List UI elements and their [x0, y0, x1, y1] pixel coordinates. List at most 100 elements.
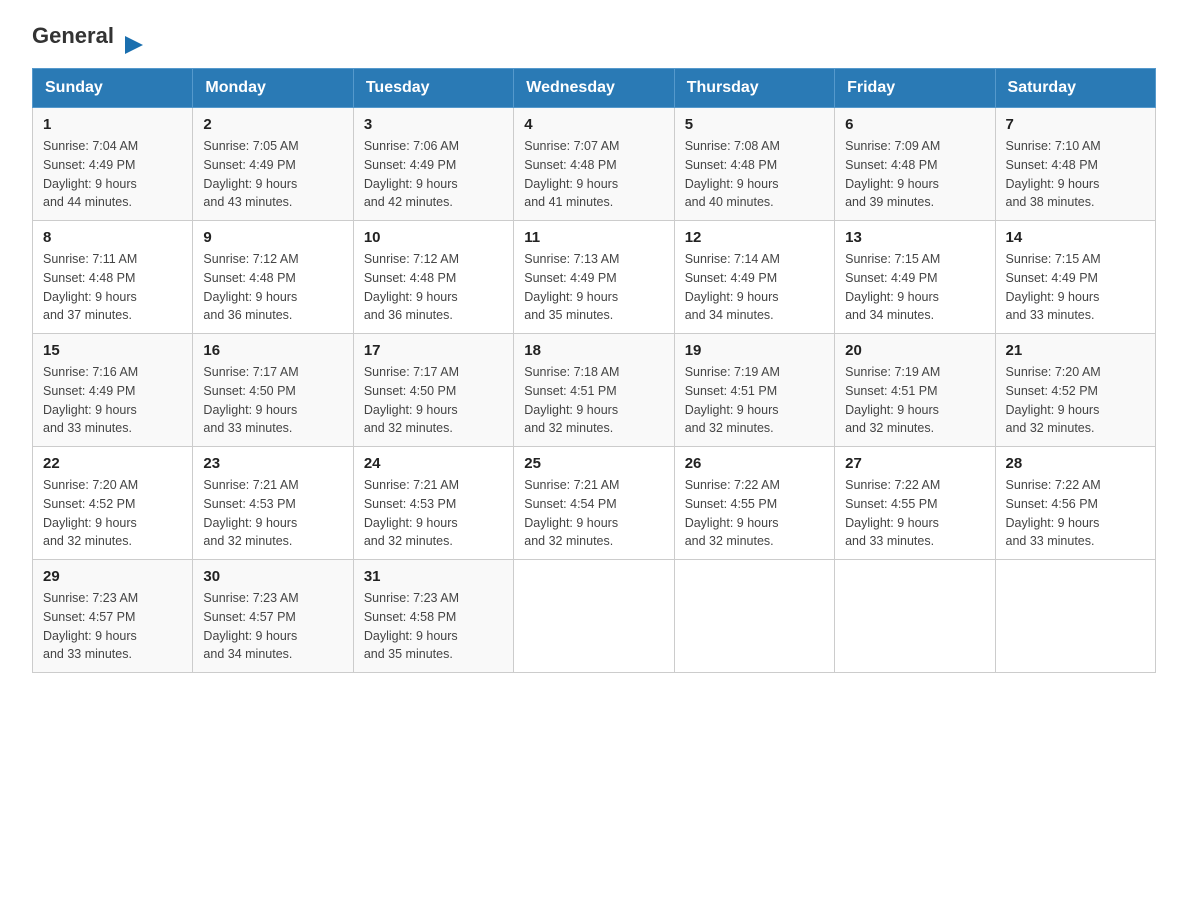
calendar-cell: 31 Sunrise: 7:23 AM Sunset: 4:58 PM Dayl… — [353, 560, 513, 673]
calendar-week-row: 8 Sunrise: 7:11 AM Sunset: 4:48 PM Dayli… — [33, 221, 1156, 334]
day-number: 16 — [203, 342, 342, 359]
day-info: Sunrise: 7:15 AM Sunset: 4:49 PM Dayligh… — [845, 250, 984, 325]
day-info: Sunrise: 7:09 AM Sunset: 4:48 PM Dayligh… — [845, 137, 984, 212]
logo-arrow-icon — [125, 36, 143, 54]
calendar-cell: 28 Sunrise: 7:22 AM Sunset: 4:56 PM Dayl… — [995, 447, 1155, 560]
day-number: 20 — [845, 342, 984, 359]
calendar-header-row: SundayMondayTuesdayWednesdayThursdayFrid… — [33, 69, 1156, 108]
day-info: Sunrise: 7:13 AM Sunset: 4:49 PM Dayligh… — [524, 250, 663, 325]
calendar-cell — [674, 560, 834, 673]
calendar-cell: 11 Sunrise: 7:13 AM Sunset: 4:49 PM Dayl… — [514, 221, 674, 334]
day-number: 5 — [685, 116, 824, 133]
calendar-week-row: 15 Sunrise: 7:16 AM Sunset: 4:49 PM Dayl… — [33, 334, 1156, 447]
day-info: Sunrise: 7:12 AM Sunset: 4:48 PM Dayligh… — [203, 250, 342, 325]
calendar-cell: 4 Sunrise: 7:07 AM Sunset: 4:48 PM Dayli… — [514, 108, 674, 221]
day-info: Sunrise: 7:22 AM Sunset: 4:55 PM Dayligh… — [845, 476, 984, 551]
day-number: 10 — [364, 229, 503, 246]
day-info: Sunrise: 7:08 AM Sunset: 4:48 PM Dayligh… — [685, 137, 824, 212]
day-info: Sunrise: 7:17 AM Sunset: 4:50 PM Dayligh… — [364, 363, 503, 438]
calendar-header-sunday: Sunday — [33, 69, 193, 108]
calendar-cell: 3 Sunrise: 7:06 AM Sunset: 4:49 PM Dayli… — [353, 108, 513, 221]
day-number: 18 — [524, 342, 663, 359]
calendar-cell: 20 Sunrise: 7:19 AM Sunset: 4:51 PM Dayl… — [835, 334, 995, 447]
day-number: 14 — [1006, 229, 1145, 246]
calendar-cell: 13 Sunrise: 7:15 AM Sunset: 4:49 PM Dayl… — [835, 221, 995, 334]
calendar-cell: 17 Sunrise: 7:17 AM Sunset: 4:50 PM Dayl… — [353, 334, 513, 447]
calendar-cell: 14 Sunrise: 7:15 AM Sunset: 4:49 PM Dayl… — [995, 221, 1155, 334]
day-info: Sunrise: 7:23 AM Sunset: 4:57 PM Dayligh… — [43, 589, 182, 664]
day-info: Sunrise: 7:22 AM Sunset: 4:56 PM Dayligh… — [1006, 476, 1145, 551]
calendar-cell: 16 Sunrise: 7:17 AM Sunset: 4:50 PM Dayl… — [193, 334, 353, 447]
day-info: Sunrise: 7:21 AM Sunset: 4:53 PM Dayligh… — [203, 476, 342, 551]
day-info: Sunrise: 7:07 AM Sunset: 4:48 PM Dayligh… — [524, 137, 663, 212]
calendar-cell: 1 Sunrise: 7:04 AM Sunset: 4:49 PM Dayli… — [33, 108, 193, 221]
day-number: 22 — [43, 455, 182, 472]
calendar-cell: 8 Sunrise: 7:11 AM Sunset: 4:48 PM Dayli… — [33, 221, 193, 334]
calendar-cell: 18 Sunrise: 7:18 AM Sunset: 4:51 PM Dayl… — [514, 334, 674, 447]
day-info: Sunrise: 7:04 AM Sunset: 4:49 PM Dayligh… — [43, 137, 182, 212]
calendar-cell: 10 Sunrise: 7:12 AM Sunset: 4:48 PM Dayl… — [353, 221, 513, 334]
day-info: Sunrise: 7:11 AM Sunset: 4:48 PM Dayligh… — [43, 250, 182, 325]
day-info: Sunrise: 7:20 AM Sunset: 4:52 PM Dayligh… — [1006, 363, 1145, 438]
day-number: 27 — [845, 455, 984, 472]
calendar-cell: 19 Sunrise: 7:19 AM Sunset: 4:51 PM Dayl… — [674, 334, 834, 447]
day-number: 17 — [364, 342, 503, 359]
day-info: Sunrise: 7:21 AM Sunset: 4:53 PM Dayligh… — [364, 476, 503, 551]
day-number: 15 — [43, 342, 182, 359]
day-info: Sunrise: 7:16 AM Sunset: 4:49 PM Dayligh… — [43, 363, 182, 438]
calendar-cell: 2 Sunrise: 7:05 AM Sunset: 4:49 PM Dayli… — [193, 108, 353, 221]
calendar-header-monday: Monday — [193, 69, 353, 108]
day-number: 29 — [43, 568, 182, 585]
calendar-week-row: 29 Sunrise: 7:23 AM Sunset: 4:57 PM Dayl… — [33, 560, 1156, 673]
calendar-table: SundayMondayTuesdayWednesdayThursdayFrid… — [32, 68, 1156, 673]
day-number: 13 — [845, 229, 984, 246]
day-number: 30 — [203, 568, 342, 585]
day-number: 26 — [685, 455, 824, 472]
day-number: 1 — [43, 116, 182, 133]
day-info: Sunrise: 7:15 AM Sunset: 4:49 PM Dayligh… — [1006, 250, 1145, 325]
calendar-cell: 9 Sunrise: 7:12 AM Sunset: 4:48 PM Dayli… — [193, 221, 353, 334]
day-info: Sunrise: 7:21 AM Sunset: 4:54 PM Dayligh… — [524, 476, 663, 551]
day-number: 12 — [685, 229, 824, 246]
day-info: Sunrise: 7:23 AM Sunset: 4:57 PM Dayligh… — [203, 589, 342, 664]
day-number: 2 — [203, 116, 342, 133]
day-info: Sunrise: 7:19 AM Sunset: 4:51 PM Dayligh… — [845, 363, 984, 438]
calendar-cell — [514, 560, 674, 673]
day-number: 31 — [364, 568, 503, 585]
day-number: 4 — [524, 116, 663, 133]
day-number: 25 — [524, 455, 663, 472]
calendar-header-thursday: Thursday — [674, 69, 834, 108]
day-number: 21 — [1006, 342, 1145, 359]
day-number: 8 — [43, 229, 182, 246]
calendar-cell: 12 Sunrise: 7:14 AM Sunset: 4:49 PM Dayl… — [674, 221, 834, 334]
day-info: Sunrise: 7:20 AM Sunset: 4:52 PM Dayligh… — [43, 476, 182, 551]
day-number: 7 — [1006, 116, 1145, 133]
calendar-cell — [995, 560, 1155, 673]
day-info: Sunrise: 7:05 AM Sunset: 4:49 PM Dayligh… — [203, 137, 342, 212]
calendar-week-row: 1 Sunrise: 7:04 AM Sunset: 4:49 PM Dayli… — [33, 108, 1156, 221]
calendar-cell: 7 Sunrise: 7:10 AM Sunset: 4:48 PM Dayli… — [995, 108, 1155, 221]
calendar-header-saturday: Saturday — [995, 69, 1155, 108]
day-info: Sunrise: 7:14 AM Sunset: 4:49 PM Dayligh… — [685, 250, 824, 325]
day-info: Sunrise: 7:10 AM Sunset: 4:48 PM Dayligh… — [1006, 137, 1145, 212]
calendar-cell: 25 Sunrise: 7:21 AM Sunset: 4:54 PM Dayl… — [514, 447, 674, 560]
calendar-cell: 29 Sunrise: 7:23 AM Sunset: 4:57 PM Dayl… — [33, 560, 193, 673]
calendar-cell — [835, 560, 995, 673]
calendar-header-friday: Friday — [835, 69, 995, 108]
calendar-week-row: 22 Sunrise: 7:20 AM Sunset: 4:52 PM Dayl… — [33, 447, 1156, 560]
calendar-cell: 26 Sunrise: 7:22 AM Sunset: 4:55 PM Dayl… — [674, 447, 834, 560]
day-number: 9 — [203, 229, 342, 246]
calendar-cell: 24 Sunrise: 7:21 AM Sunset: 4:53 PM Dayl… — [353, 447, 513, 560]
calendar-cell: 15 Sunrise: 7:16 AM Sunset: 4:49 PM Dayl… — [33, 334, 193, 447]
day-number: 28 — [1006, 455, 1145, 472]
calendar-cell: 21 Sunrise: 7:20 AM Sunset: 4:52 PM Dayl… — [995, 334, 1155, 447]
day-number: 11 — [524, 229, 663, 246]
page-header: General — [32, 24, 1156, 48]
day-info: Sunrise: 7:19 AM Sunset: 4:51 PM Dayligh… — [685, 363, 824, 438]
calendar-cell: 30 Sunrise: 7:23 AM Sunset: 4:57 PM Dayl… — [193, 560, 353, 673]
day-number: 6 — [845, 116, 984, 133]
calendar-cell: 27 Sunrise: 7:22 AM Sunset: 4:55 PM Dayl… — [835, 447, 995, 560]
day-number: 3 — [364, 116, 503, 133]
day-info: Sunrise: 7:12 AM Sunset: 4:48 PM Dayligh… — [364, 250, 503, 325]
day-info: Sunrise: 7:23 AM Sunset: 4:58 PM Dayligh… — [364, 589, 503, 664]
